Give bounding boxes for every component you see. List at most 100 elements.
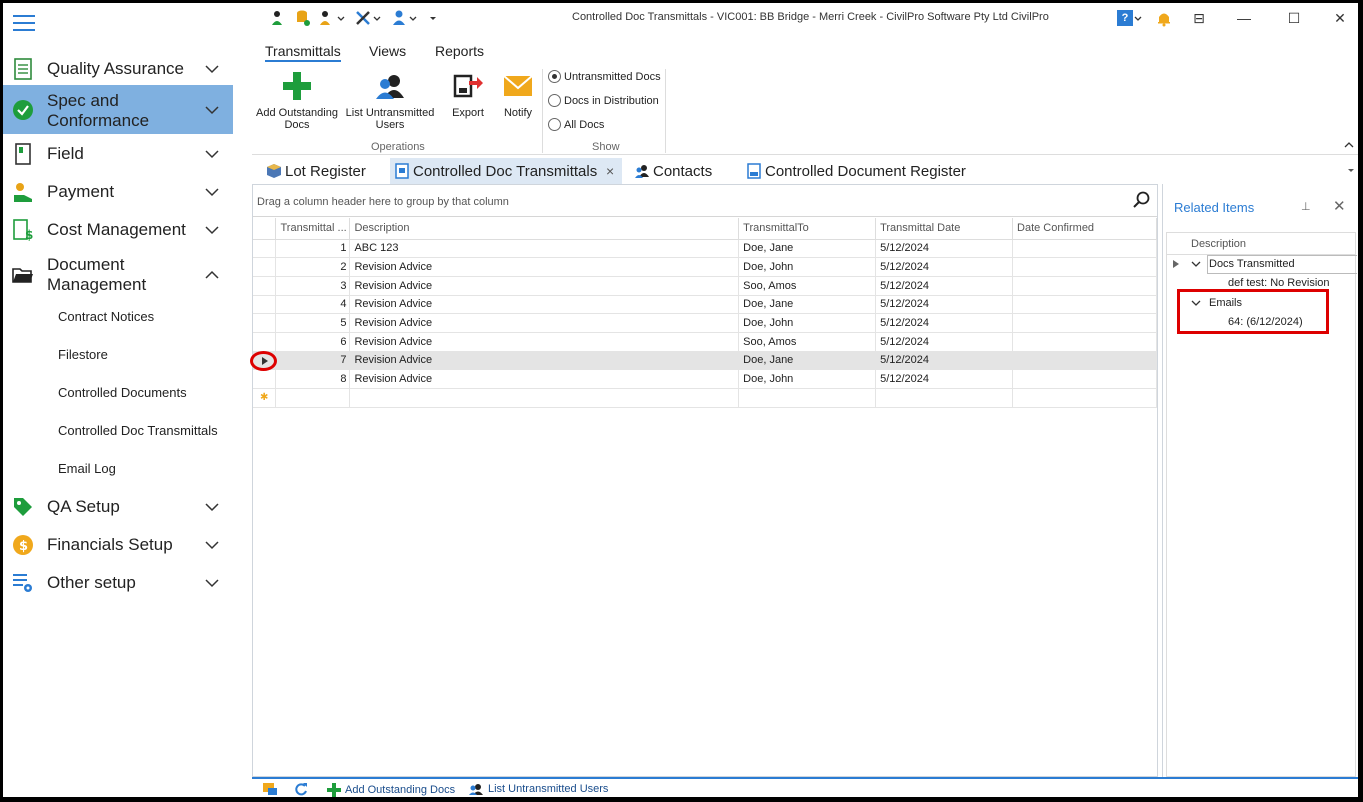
cell-date-confirmed[interactable] bbox=[1012, 238, 1157, 259]
cell-new[interactable] bbox=[738, 388, 877, 408]
cell-description[interactable]: Revision Advice bbox=[349, 313, 740, 333]
cell-transmittal-date[interactable]: 5/12/2024 bbox=[875, 275, 1014, 296]
cell-date-confirmed[interactable] bbox=[1012, 369, 1157, 389]
ribbon-tab-views[interactable]: Views bbox=[369, 43, 406, 59]
column-header-date-confirmed[interactable]: Date Confirmed bbox=[1012, 218, 1157, 240]
cell-transmittal-no[interactable]: 6 bbox=[275, 331, 351, 352]
cell-transmittal-to[interactable]: Doe, Jane bbox=[738, 350, 877, 371]
cell-transmittal-to[interactable]: Doe, John bbox=[738, 369, 877, 389]
chevron-down-icon[interactable] bbox=[372, 9, 382, 27]
sidebar-subitem-email-log[interactable]: Email Log bbox=[58, 461, 116, 476]
tab-contacts[interactable]: Contacts bbox=[630, 158, 730, 184]
sidebar-item-other-setup[interactable]: Other setup bbox=[3, 568, 233, 598]
column-header-transmittal[interactable]: Transmittal ... bbox=[275, 218, 351, 240]
chevron-down-icon[interactable] bbox=[1133, 9, 1143, 27]
table-row[interactable]: 4 Revision Advice Doe, Jane 5/12/2024 bbox=[253, 294, 1157, 315]
cell-description[interactable]: Revision Advice bbox=[349, 275, 740, 296]
help-icon[interactable]: ? bbox=[1117, 10, 1133, 26]
row-indicator[interactable] bbox=[253, 369, 277, 389]
ribbon-display-options-button[interactable]: ⊟ bbox=[1187, 7, 1211, 29]
radio-untransmitted-docs[interactable]: Untransmitted Docs bbox=[548, 70, 661, 83]
cell-transmittal-no[interactable]: 4 bbox=[275, 294, 351, 315]
layout-icon[interactable] bbox=[262, 782, 278, 796]
sidebar-item-financials-setup[interactable]: $ Financials Setup bbox=[3, 530, 233, 560]
cell-transmittal-to[interactable]: Doe, John bbox=[738, 257, 877, 277]
table-row[interactable]: 6 Revision Advice Soo, Amos 5/12/2024 bbox=[253, 331, 1157, 352]
cell-new[interactable] bbox=[875, 388, 1014, 408]
cell-transmittal-no[interactable]: 2 bbox=[275, 257, 351, 277]
radio-all-docs[interactable]: All Docs bbox=[548, 118, 604, 131]
column-header-transmittal-date[interactable]: Transmittal Date bbox=[875, 218, 1014, 240]
bottom-add-outstanding-docs-button[interactable]: Add Outstanding Docs bbox=[327, 783, 455, 797]
chevron-down-icon[interactable] bbox=[1191, 260, 1201, 268]
tab-lot-register[interactable]: Lot Register bbox=[262, 158, 382, 184]
cell-date-confirmed[interactable] bbox=[1012, 331, 1157, 352]
cell-date-confirmed[interactable] bbox=[1012, 275, 1157, 296]
table-row-selected[interactable]: 7 Revision Advice Doe, Jane 5/12/2024 bbox=[250, 350, 1157, 371]
bottom-list-untransmitted-users-button[interactable]: List Untransmitted Users bbox=[468, 783, 608, 795]
cell-date-confirmed[interactable] bbox=[1012, 257, 1157, 277]
user-icon[interactable] bbox=[390, 9, 408, 27]
sidebar-subitem-contract-notices[interactable]: Contract Notices bbox=[58, 309, 154, 324]
close-tab-icon[interactable]: × bbox=[606, 163, 614, 179]
cell-transmittal-to[interactable]: Doe, John bbox=[738, 313, 877, 333]
chevron-down-icon[interactable] bbox=[408, 9, 418, 27]
cell-description[interactable]: Revision Advice bbox=[349, 350, 740, 371]
cell-description[interactable]: Revision Advice bbox=[349, 369, 740, 389]
maximize-button[interactable]: ☐ bbox=[1282, 7, 1306, 29]
cell-transmittal-date[interactable]: 5/12/2024 bbox=[875, 369, 1014, 389]
tree-node-docs-transmitted[interactable]: Docs Transmitted bbox=[1167, 255, 1357, 274]
sidebar-subitem-controlled-doc-transmittals[interactable]: Controlled Doc Transmittals bbox=[58, 423, 218, 438]
database-icon[interactable] bbox=[294, 9, 312, 27]
row-indicator[interactable] bbox=[253, 331, 277, 352]
cell-transmittal-date[interactable]: 5/12/2024 bbox=[875, 294, 1014, 315]
row-indicator[interactable] bbox=[253, 257, 277, 277]
row-indicator[interactable] bbox=[253, 275, 277, 296]
close-panel-icon[interactable]: ✕ bbox=[1333, 197, 1346, 215]
cell-new[interactable] bbox=[275, 388, 351, 408]
new-item-row[interactable]: ✱ bbox=[253, 388, 1157, 408]
chevron-down-icon[interactable] bbox=[336, 9, 346, 27]
export-button[interactable]: Export bbox=[442, 71, 494, 119]
table-row[interactable]: 8 Revision Advice Doe, John 5/12/2024 bbox=[253, 369, 1157, 389]
cell-transmittal-date[interactable]: 5/12/2024 bbox=[875, 350, 1014, 371]
cell-date-confirmed[interactable] bbox=[1012, 350, 1157, 371]
sidebar-subitem-filestore[interactable]: Filestore bbox=[58, 347, 108, 362]
notify-button[interactable]: Notify bbox=[494, 71, 542, 119]
close-window-button[interactable]: ✕ bbox=[1328, 7, 1352, 29]
sidebar-item-quality-assurance[interactable]: Quality Assurance bbox=[3, 54, 233, 84]
row-indicator[interactable] bbox=[253, 294, 277, 315]
expand-arrow-icon[interactable] bbox=[1173, 260, 1179, 268]
cell-transmittal-date[interactable]: 5/12/2024 bbox=[875, 313, 1014, 333]
cell-transmittal-to[interactable]: Doe, Jane bbox=[738, 238, 877, 259]
cell-transmittal-no[interactable]: 3 bbox=[275, 275, 351, 296]
table-row[interactable]: 3 Revision Advice Soo, Amos 5/12/2024 bbox=[253, 275, 1157, 296]
ribbon-tab-reports[interactable]: Reports bbox=[435, 43, 484, 59]
cell-transmittal-date[interactable]: 5/12/2024 bbox=[875, 257, 1014, 277]
cell-description[interactable]: Revision Advice bbox=[349, 294, 740, 315]
sidebar-item-document-management[interactable]: Document Management bbox=[3, 253, 233, 297]
hamburger-menu-icon[interactable] bbox=[13, 15, 35, 31]
sidebar-item-qa-setup[interactable]: QA Setup bbox=[3, 492, 233, 522]
customize-toolbar-icon[interactable] bbox=[428, 9, 438, 27]
column-header-description[interactable]: Description bbox=[349, 218, 740, 240]
tab-list-dropdown-icon[interactable] bbox=[1346, 166, 1356, 174]
cell-description[interactable]: ABC 123 bbox=[349, 238, 740, 259]
ribbon-tab-transmittals[interactable]: Transmittals bbox=[265, 43, 341, 62]
bell-icon[interactable] bbox=[1155, 9, 1173, 27]
radio-docs-in-distribution[interactable]: Docs in Distribution bbox=[548, 94, 659, 107]
cell-transmittal-to[interactable]: Doe, Jane bbox=[738, 294, 877, 315]
sidebar-item-payment[interactable]: Payment bbox=[3, 177, 233, 207]
tools-icon[interactable] bbox=[354, 9, 372, 27]
cell-transmittal-no[interactable]: 7 bbox=[275, 350, 351, 371]
people-tool-icon[interactable] bbox=[270, 9, 288, 27]
row-indicator[interactable] bbox=[253, 313, 277, 333]
cell-new[interactable] bbox=[1012, 388, 1157, 408]
cell-transmittal-no[interactable]: 8 bbox=[275, 369, 351, 389]
sidebar-item-field[interactable]: Field bbox=[3, 139, 233, 169]
cell-transmittal-date[interactable]: 5/12/2024 bbox=[875, 331, 1014, 352]
minimize-button[interactable]: — bbox=[1232, 7, 1256, 29]
list-untransmitted-users-button[interactable]: List Untransmitted Users bbox=[344, 71, 436, 131]
column-header-transmittal-to[interactable]: TransmittalTo bbox=[738, 218, 877, 240]
cell-new[interactable] bbox=[349, 388, 740, 408]
